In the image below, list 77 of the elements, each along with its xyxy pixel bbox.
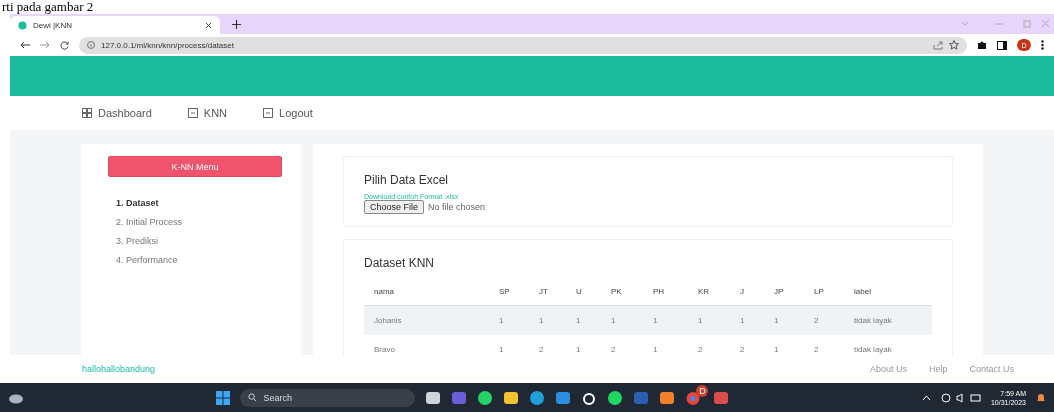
close-icon: [205, 21, 212, 29]
menu-item[interactable]: 3. Prediksi: [116, 235, 301, 248]
column-header: label: [854, 287, 872, 296]
menu-item[interactable]: 2. Initial Process: [116, 216, 301, 229]
table-cell-text: 1: [499, 316, 505, 325]
card-title: Pilih Data Excel: [364, 173, 450, 187]
table-cell-text: Johanis: [374, 316, 403, 325]
file-status: No file chosen: [428, 202, 486, 212]
column-header: SP: [499, 287, 511, 296]
column-header: PK: [611, 287, 623, 296]
table-cell-text: 1: [653, 345, 659, 354]
document-caption: rti pada gambar 2: [1, 0, 95, 14]
address-bar[interactable]: 127.0.0.1/ml/knn/knn/process/dataset: [79, 36, 967, 54]
forward-icon: [40, 41, 50, 49]
nav-link[interactable]: Dashboard: [82, 107, 152, 119]
table-cell-text: 2: [740, 345, 746, 354]
footer-link[interactable]: Help: [928, 364, 948, 374]
browser-tab[interactable]: Dewi |KNN: [10, 16, 220, 34]
site-icon: [18, 20, 27, 30]
new-tab-icon: [232, 20, 241, 29]
column-header: JT: [539, 287, 549, 296]
table-cell-text: 1: [774, 345, 780, 354]
table-cell-text: 1: [774, 316, 780, 325]
nav-link[interactable]: KNN: [187, 107, 228, 119]
back-icon: [20, 41, 30, 49]
taskbar-search[interactable]: Search: [240, 388, 416, 407]
table-cell-text: 1: [611, 316, 617, 325]
table-cell-text: 1: [576, 316, 582, 325]
table-cell-text: 1: [576, 345, 582, 354]
column-header: J: [740, 287, 745, 296]
column-header: JP: [774, 287, 785, 296]
table-cell-text: 1: [499, 345, 505, 354]
menu-item[interactable]: 4. Performance: [116, 254, 301, 267]
menu-button[interactable]: K-NN Menu: [108, 156, 282, 177]
table-cell-text: tidak layak: [854, 345, 893, 354]
sidebar-icon: [997, 40, 1007, 50]
profile-badge: D: [696, 384, 709, 397]
table-cell-text: 2: [539, 345, 545, 354]
table-cell-text: 2: [698, 345, 704, 354]
footer-brand: hallohallobandung: [82, 364, 157, 374]
star-icon: [949, 40, 959, 50]
more-icon: [1041, 40, 1044, 50]
table-cell-text: 1: [698, 316, 704, 325]
nav-link[interactable]: Logout: [263, 107, 313, 119]
column-header: KR: [698, 287, 711, 296]
footer-link[interactable]: Contact Us: [969, 364, 1014, 374]
task-view-icon: [425, 389, 442, 406]
windows-logo-icon: [216, 390, 231, 405]
table-cell-text: 1: [653, 316, 659, 325]
menu-item[interactable]: 1. Dataset: [116, 197, 301, 210]
search-icon: [248, 393, 258, 402]
table-cell-text: tidak layak: [854, 316, 893, 325]
table-cell-text: 2: [814, 316, 820, 325]
nav-label: Dashboard: [98, 107, 152, 119]
column-header: LP: [814, 287, 825, 296]
grid-icon: [82, 108, 92, 118]
info-icon: [87, 41, 95, 49]
table-cell-text: 2: [814, 345, 820, 354]
table-cell-text: Bravo: [374, 345, 396, 354]
footer-link[interactable]: About Us: [869, 364, 907, 374]
card-title: Dataset KNN: [364, 256, 436, 270]
chevron-up-icon: [921, 394, 931, 401]
nav-label: KNN: [203, 107, 228, 119]
table-cell-text: 1: [539, 316, 545, 325]
tray-icon: [263, 108, 274, 118]
nav-label: Logout: [279, 107, 313, 119]
tray-icon: [187, 108, 198, 118]
table-cell-text: 2: [611, 345, 617, 354]
share-icon: [933, 40, 943, 50]
bell-icon: [1036, 392, 1046, 403]
reload-icon: [60, 40, 69, 50]
column-header: PH: [653, 287, 666, 296]
choose-file-button[interactable]: Choose File: [364, 200, 425, 214]
chrome-icon: [685, 389, 702, 406]
table-cell-text: 1: [740, 316, 746, 325]
column-header: nama: [374, 287, 395, 296]
column-header: U: [576, 287, 583, 296]
